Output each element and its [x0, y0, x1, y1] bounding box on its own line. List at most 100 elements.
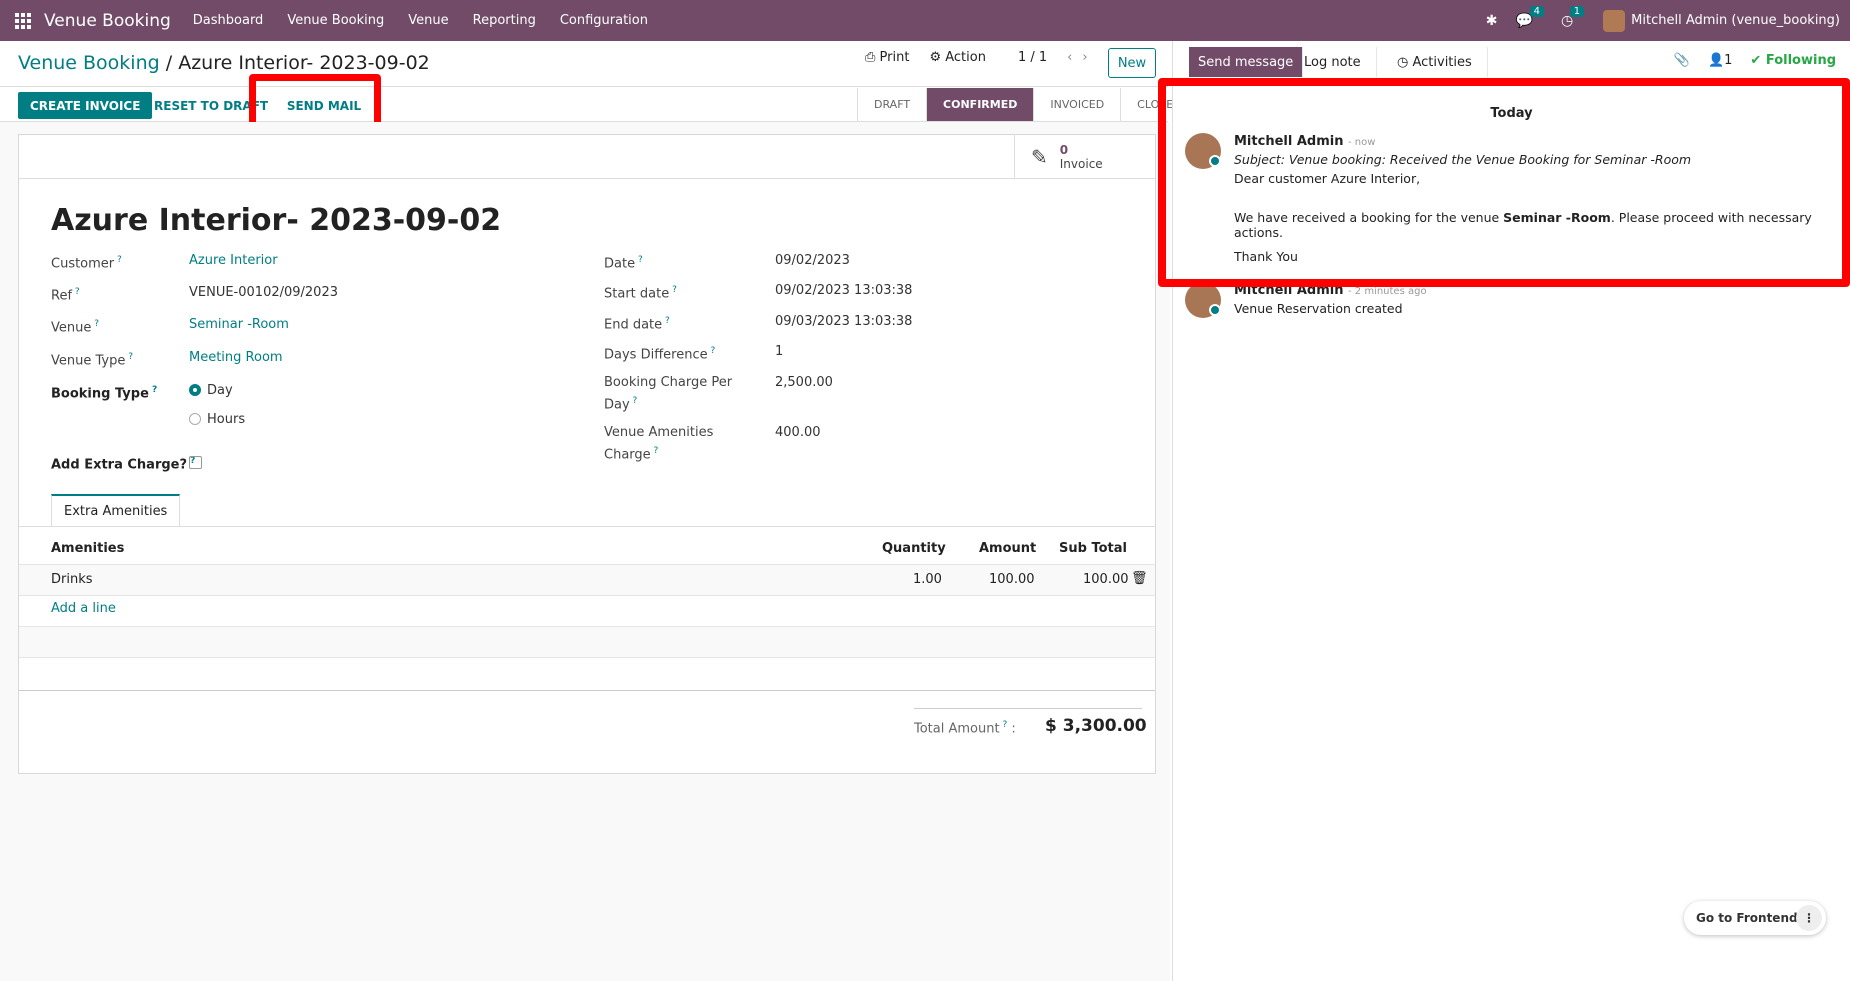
- user-name: Mitchell Admin (venue_booking): [1631, 13, 1840, 28]
- go-to-frontend-label: Go to Frontend: [1696, 911, 1798, 925]
- quantity-cell[interactable]: 1.00: [913, 572, 942, 587]
- followers-button[interactable]: 👤1: [1708, 53, 1732, 68]
- col-subtotal[interactable]: Sub Total: [1059, 541, 1127, 556]
- stage-invoiced[interactable]: INVOICED: [1034, 88, 1122, 121]
- empty-row: [19, 627, 1155, 657]
- top-navbar: Venue Booking Dashboard Venue Booking Ve…: [0, 0, 1850, 41]
- start-date-field[interactable]: 09/02/2023 13:03:38: [775, 283, 912, 298]
- radio-unchecked-icon: [189, 413, 201, 425]
- stage-confirmed[interactable]: CONFIRMED: [927, 88, 1035, 121]
- extra-charge-checkbox[interactable]: [189, 456, 202, 469]
- breadcrumb-parent[interactable]: Venue Booking: [18, 52, 160, 74]
- col-quantity[interactable]: Quantity: [882, 541, 946, 556]
- pager-value[interactable]: 1 / 1: [1018, 50, 1047, 65]
- activities-clock-icon[interactable]: ◷ 1: [1561, 5, 1585, 29]
- action-label: Action: [945, 50, 986, 65]
- col-amount[interactable]: Amount: [979, 541, 1036, 556]
- table-divider: [19, 657, 1155, 658]
- action-bar: CREATE INVOICE RESET TO DRAFT SEND MAIL …: [0, 86, 1173, 122]
- booking-type-hours-radio[interactable]: Hours: [189, 412, 245, 427]
- log-note-button[interactable]: Log note: [1289, 47, 1377, 77]
- amenities-charge-label: Venue Amenities Charge ?: [604, 425, 714, 463]
- go-to-frontend-button[interactable]: Go to Frontend ⋮: [1684, 901, 1826, 935]
- action-button[interactable]: ⚙ Action: [929, 50, 986, 65]
- table-divider: [19, 595, 1155, 596]
- stage-draft[interactable]: DRAFT: [858, 88, 928, 121]
- col-amenities[interactable]: Amenities: [51, 541, 124, 556]
- invoice-smart-label: Invoice: [1059, 157, 1103, 171]
- venue-label: Venue ?: [51, 319, 99, 336]
- message-body: Venue Reservation created: [1234, 301, 1403, 316]
- venue-type-field[interactable]: Meeting Room: [189, 350, 283, 365]
- table-row[interactable]: Drinks 1.00 100.00 100.00 🗑: [19, 565, 1155, 595]
- create-invoice-button[interactable]: CREATE INVOICE: [18, 92, 153, 119]
- booking-type-day-radio[interactable]: Day: [189, 383, 233, 398]
- ref-label: Ref ?: [51, 287, 80, 304]
- subtotal-cell[interactable]: 100.00: [1083, 572, 1129, 587]
- breadcrumb: Venue Booking / Azure Interior- 2023-09-…: [18, 52, 430, 74]
- menu-configuration[interactable]: Configuration: [560, 13, 648, 28]
- messages-badge: 4: [1529, 5, 1544, 17]
- tab-extra-amenities[interactable]: Extra Amenities: [51, 494, 181, 527]
- clock-icon: ◷: [1397, 54, 1409, 70]
- days-difference-field[interactable]: 1: [775, 344, 783, 359]
- breadcrumb-separator: /: [165, 52, 173, 74]
- menu-reporting[interactable]: Reporting: [473, 13, 536, 28]
- activities-button[interactable]: ◷ Activities: [1382, 47, 1488, 77]
- amenities-charge-field[interactable]: 400.00: [775, 425, 821, 440]
- pager-next-icon[interactable]: ›: [1082, 50, 1097, 65]
- add-a-line-link[interactable]: Add a line: [51, 601, 116, 616]
- online-status-icon: [1209, 304, 1221, 316]
- booking-charge-label: Booking Charge Per Day ?: [604, 375, 733, 413]
- app-grid-icon[interactable]: [12, 10, 34, 32]
- chatter-topbar: Send message Log note ◷ Activities 📎 👤1 …: [1173, 41, 1850, 81]
- following-label: Following: [1765, 53, 1836, 68]
- followers-count: 1: [1724, 53, 1733, 68]
- extra-charge-label: Add Extra Charge? ?: [51, 456, 196, 473]
- record-title: Azure Interior- 2023-09-02: [51, 203, 502, 238]
- days-difference-label: Days Difference ?: [604, 346, 716, 363]
- message-time: - 2 minutes ago: [1347, 286, 1427, 297]
- smart-button-box: ✎ 0 Invoice: [19, 135, 1155, 179]
- user-menu[interactable]: Mitchell Admin (venue_booking): [1603, 9, 1840, 32]
- booking-charge-field[interactable]: 2,500.00: [775, 375, 833, 390]
- total-amount-label: Total Amount ? :: [914, 720, 1016, 737]
- pager-prev-icon[interactable]: ‹: [1067, 50, 1082, 65]
- start-date-label: Start date ?: [604, 285, 677, 302]
- check-icon: ✔: [1750, 53, 1762, 68]
- following-button[interactable]: ✔ Following: [1750, 53, 1836, 68]
- amount-cell[interactable]: 100.00: [989, 572, 1035, 587]
- more-vertical-icon[interactable]: ⋮: [1796, 905, 1822, 931]
- invoice-smart-button[interactable]: ✎ 0 Invoice: [1014, 135, 1155, 179]
- radio-checked-icon: [189, 384, 201, 396]
- venue-type-label: Venue Type ?: [51, 352, 133, 369]
- tab-divider: [19, 526, 1155, 527]
- send-message-button[interactable]: Send message: [1189, 47, 1304, 77]
- trash-icon[interactable]: 🗑: [1131, 571, 1148, 586]
- app-brand[interactable]: Venue Booking: [44, 11, 171, 31]
- end-date-field[interactable]: 09/03/2023 13:03:38: [775, 314, 912, 329]
- messages-icon[interactable]: 💬 4: [1516, 5, 1544, 29]
- booking-type-label: Booking Type ?: [51, 385, 158, 402]
- menu-dashboard[interactable]: Dashboard: [193, 13, 264, 28]
- venue-field[interactable]: Seminar -Room: [189, 317, 289, 332]
- menu-venue[interactable]: Venue: [408, 13, 448, 28]
- paperclip-icon[interactable]: 📎: [1674, 53, 1690, 68]
- gear-icon: ⚙: [929, 50, 942, 65]
- activities-label: Activities: [1412, 54, 1472, 70]
- activities-badge: 1: [1569, 5, 1585, 17]
- bug-icon[interactable]: ✱: [1486, 13, 1498, 29]
- end-date-label: End date ?: [604, 316, 670, 333]
- user-avatar: [1603, 9, 1626, 32]
- ref-field[interactable]: VENUE-00102/09/2023: [189, 285, 338, 300]
- menu-venue-booking[interactable]: Venue Booking: [287, 13, 384, 28]
- new-button[interactable]: New: [1108, 48, 1156, 78]
- date-field[interactable]: 09/02/2023: [775, 253, 850, 268]
- customer-field[interactable]: Azure Interior: [189, 253, 278, 268]
- print-label: Print: [879, 50, 910, 65]
- print-button[interactable]: ⎙ Print: [865, 50, 909, 65]
- total-amount-value: $ 3,300.00: [1045, 716, 1147, 736]
- total-divider: [914, 708, 1142, 709]
- breadcrumb-current: Azure Interior- 2023-09-02: [178, 52, 430, 74]
- amenity-cell[interactable]: Drinks: [51, 572, 93, 587]
